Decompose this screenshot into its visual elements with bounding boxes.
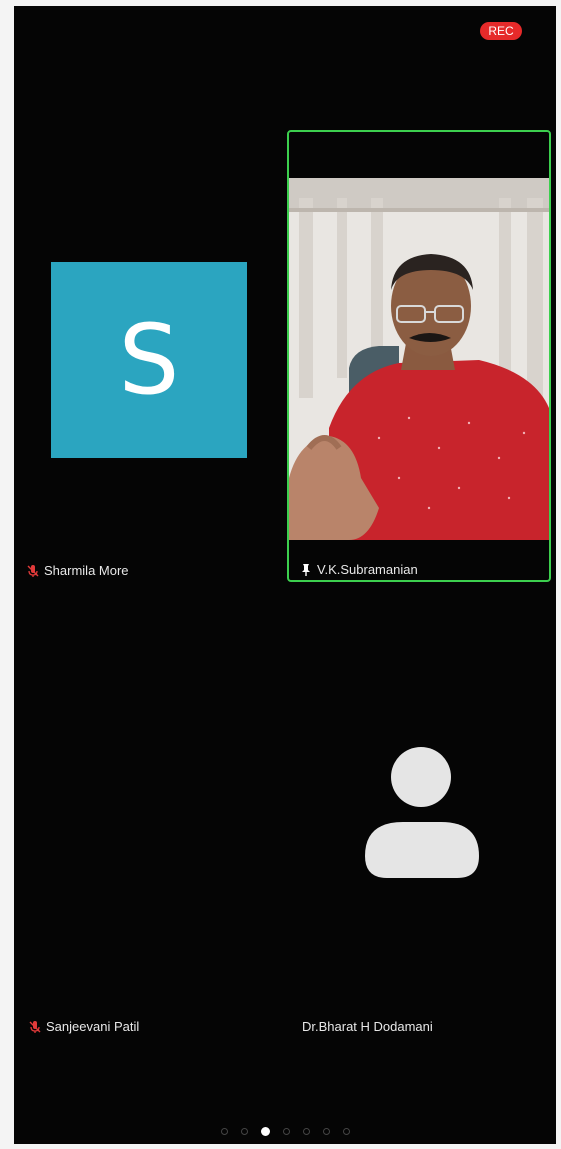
page-dot[interactable] [322,1128,330,1135]
pin-icon [302,563,310,576]
participant-tile-active-speaker[interactable]: V.K.Subramanian [287,130,551,582]
participant-name: Sanjeevani Patil [46,1019,140,1034]
participant-name-row: Sanjeevani Patil [28,1019,139,1034]
avatar-letter: S [118,304,180,416]
page-indicator[interactable] [14,1127,556,1136]
mic-muted-icon [29,1020,41,1033]
participant-name-row: Dr.Bharat H Dodamani [302,1019,433,1034]
page-dot[interactable] [342,1128,350,1135]
recording-badge: REC [480,22,522,40]
page-dot[interactable] [282,1128,290,1135]
meeting-screen: REC S Sharmila More V.K.Subramanian Sanj… [14,6,556,1144]
default-person-icon [365,747,479,878]
avatar: S [51,262,247,458]
page-dot[interactable] [220,1128,228,1135]
participant-name: Dr.Bharat H Dodamani [302,1019,433,1034]
participant-name-row: V.K.Subramanian [299,562,418,577]
page-dot-current[interactable] [260,1127,270,1136]
page-dot[interactable] [302,1128,310,1135]
participant-name: V.K.Subramanian [317,562,418,577]
mic-muted-icon [27,564,39,577]
page-dot[interactable] [240,1128,248,1135]
participant-name: Sharmila More [44,563,129,578]
participant-name-row: Sharmila More [26,563,129,578]
participant-video [289,178,549,540]
